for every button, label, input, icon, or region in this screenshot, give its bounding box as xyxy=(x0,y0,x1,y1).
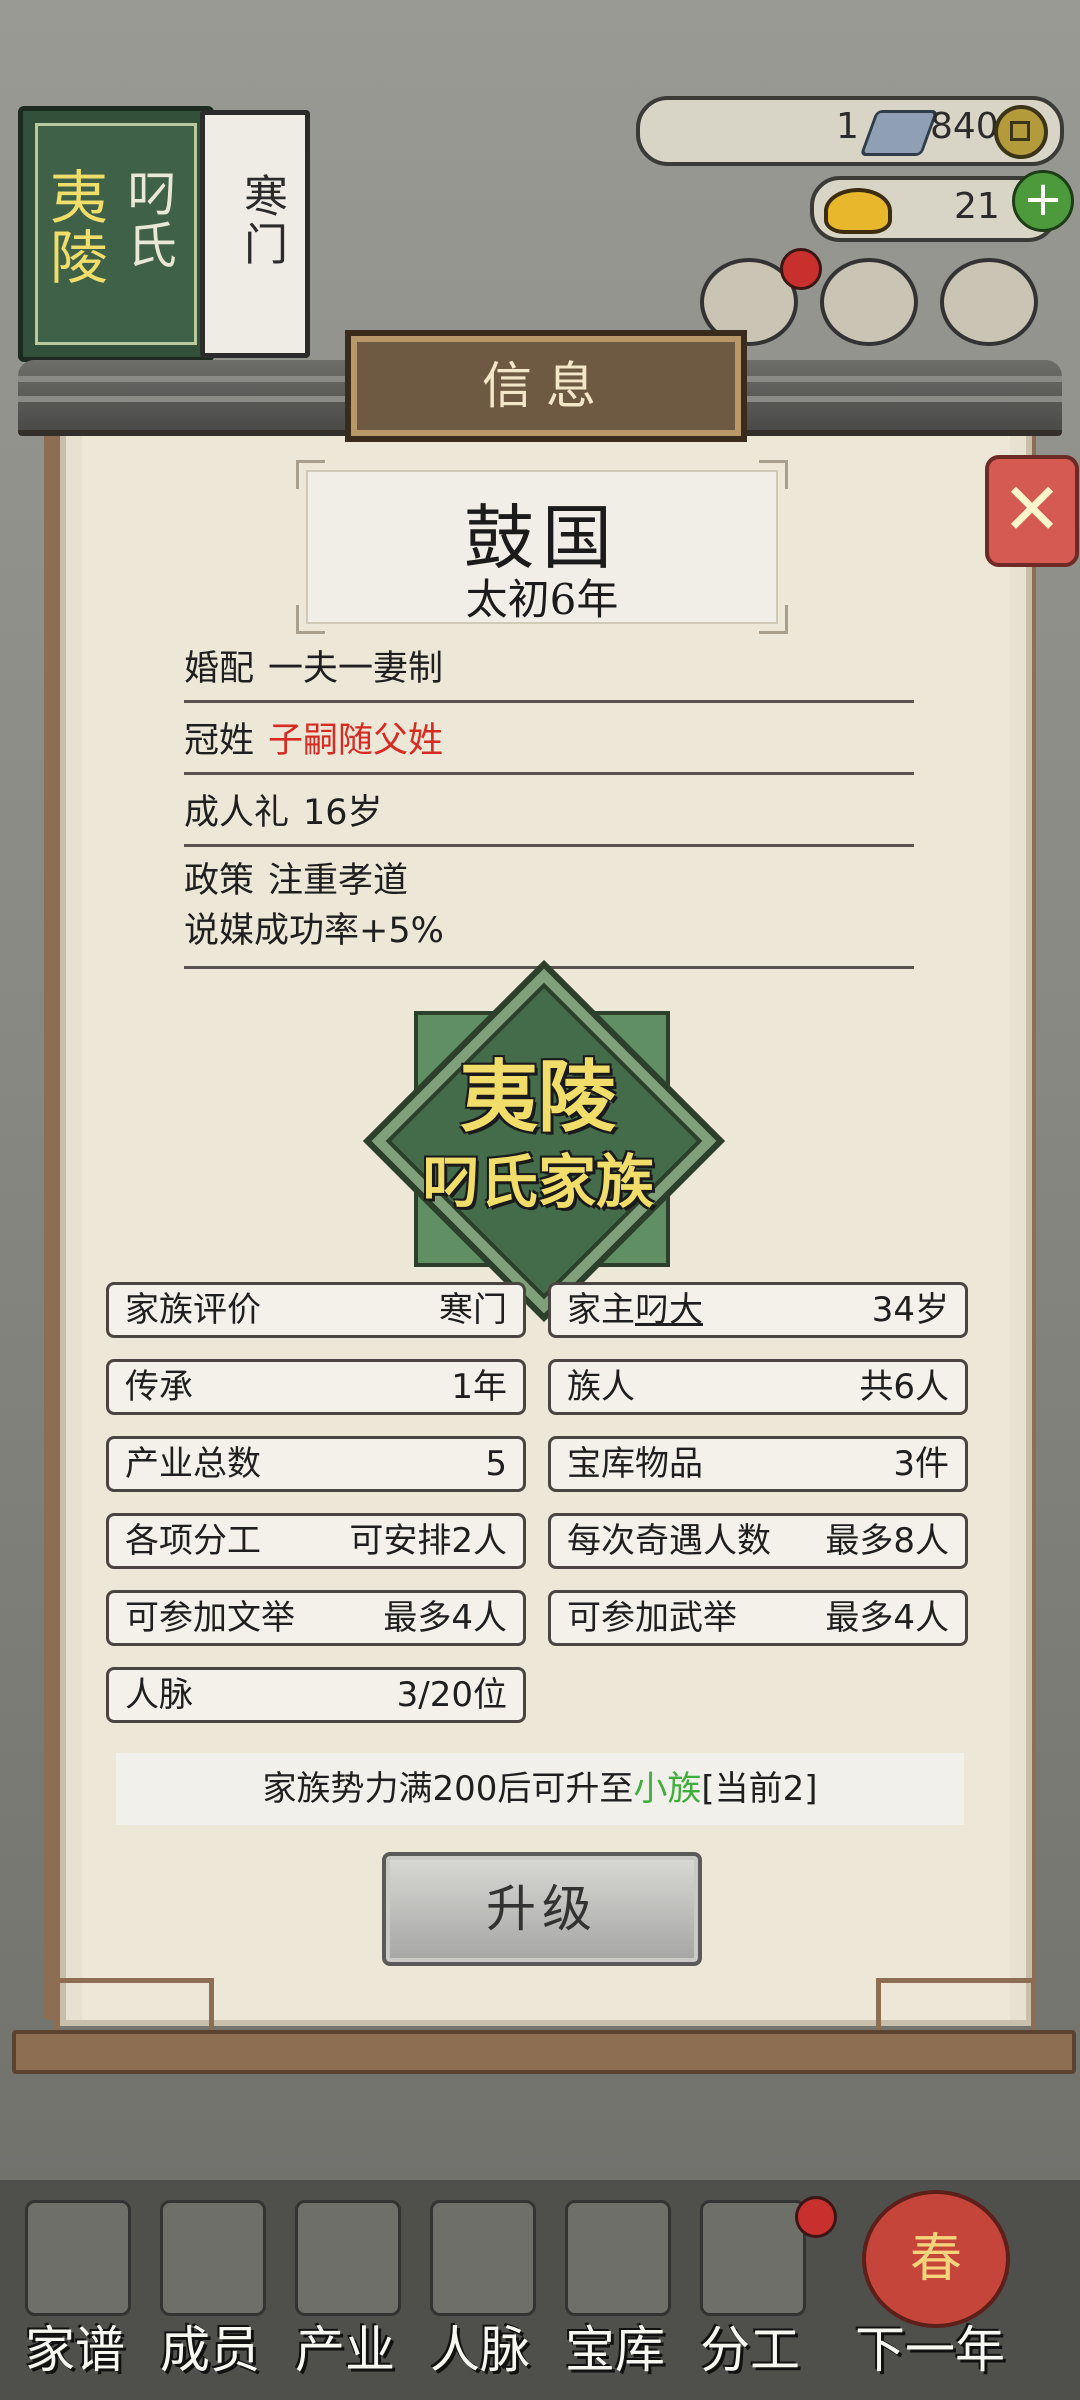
family-head-name[interactable]: 叼大 xyxy=(635,1290,703,1330)
modal-bottom-rail xyxy=(12,2030,1076,2074)
nav-connections[interactable]: 人脉 xyxy=(415,2180,545,2400)
country-box: 鼓国 太初6年 xyxy=(296,460,788,634)
rule-coming-of-age: 成人礼 16岁 xyxy=(184,784,914,847)
family-emblem: 夷陵 叼氏家族 xyxy=(358,955,726,1323)
family-book[interactable]: 夷陵 叼氏 寒门 xyxy=(14,96,310,362)
coin-count: 840 xyxy=(930,106,999,147)
bottom-nav: 家谱 成员 产业 人脉 宝库 分工 春 下一年 xyxy=(0,2180,1080,2400)
silver-count: 1 xyxy=(836,106,859,147)
rule-policy: 政策 注重孝道 说媒成功率+5% xyxy=(184,856,914,969)
upgrade-note: 家族势力满200后可升至小族[当前2] xyxy=(116,1753,964,1825)
nav-genealogy[interactable]: 家谱 xyxy=(10,2180,140,2400)
settings-menu-icon[interactable] xyxy=(940,258,1038,346)
stat-military-exam: 可参加武举 最多4人 xyxy=(548,1590,968,1646)
top-menu-icons xyxy=(700,248,1060,346)
rule-surname: 冠姓 子嗣随父姓 xyxy=(184,712,914,775)
family-status: 寒门 xyxy=(236,173,287,269)
stat-labor: 各项分工 可安排2人 xyxy=(106,1513,526,1569)
nav-next-year[interactable]: 春 下一年 xyxy=(840,2180,1020,2400)
silver-ingot-icon xyxy=(859,110,939,156)
add-gold-button[interactable]: + xyxy=(1012,170,1074,232)
stat-encounter: 每次奇遇人数 最多8人 xyxy=(548,1513,968,1569)
connections-icon xyxy=(430,2200,536,2316)
industry-icon xyxy=(295,2200,401,2316)
close-button[interactable]: ✕ xyxy=(985,455,1079,567)
gold-ingot-icon xyxy=(824,188,892,234)
emblem-place: 夷陵 xyxy=(459,1052,616,1143)
nav-industry[interactable]: 产业 xyxy=(280,2180,410,2400)
family-name-surname: 叼氏 xyxy=(119,167,177,271)
genealogy-icon xyxy=(25,2200,131,2316)
brush-menu-icon[interactable] xyxy=(820,258,918,346)
copper-coin-icon xyxy=(994,105,1048,159)
close-x-icon: ✕ xyxy=(1001,467,1063,551)
nav-labor[interactable]: 分工 xyxy=(685,2180,837,2400)
family-name-place: 夷陵 xyxy=(40,167,108,287)
members-icon xyxy=(160,2200,266,2316)
gold-count: 21 xyxy=(954,186,1000,227)
labor-icon xyxy=(700,2200,806,2316)
treasury-icon xyxy=(565,2200,671,2316)
stat-members: 族人 共6人 xyxy=(548,1359,968,1415)
lantern-icon: 春 xyxy=(862,2190,1010,2328)
stat-inheritance: 传承 1年 xyxy=(106,1359,526,1415)
era-year: 太初6年 xyxy=(465,575,619,624)
silver-coin-bar: 1 840 xyxy=(636,96,1064,166)
modal-title-plaque: 信息 xyxy=(345,330,747,442)
stat-connections: 人脉 3/20位 xyxy=(106,1667,526,1723)
notification-dot xyxy=(780,248,822,290)
stat-industries: 产业总数 5 xyxy=(106,1436,526,1492)
stat-civil-exam: 可参加文举 最多4人 xyxy=(106,1590,526,1646)
nav-members[interactable]: 成员 xyxy=(145,2180,275,2400)
family-status-book: 寒门 xyxy=(200,110,310,358)
stat-treasury: 宝库物品 3件 xyxy=(548,1436,968,1492)
emblem-family: 叼氏家族 xyxy=(421,1148,654,1216)
modal-title: 信息 xyxy=(482,357,610,415)
family-cover: 夷陵 叼氏 xyxy=(18,106,214,362)
stat-family-head[interactable]: 家主叼大 34岁 xyxy=(548,1282,968,1338)
labor-notification-dot xyxy=(795,2196,837,2238)
stat-family-rating: 家族评价 寒门 xyxy=(106,1282,526,1338)
upgrade-button[interactable]: 升级 xyxy=(382,1852,702,1966)
nav-treasury[interactable]: 宝库 xyxy=(550,2180,680,2400)
gold-bar: 21 + xyxy=(810,170,1074,242)
rule-marriage: 婚配 一夫一妻制 xyxy=(184,640,914,703)
